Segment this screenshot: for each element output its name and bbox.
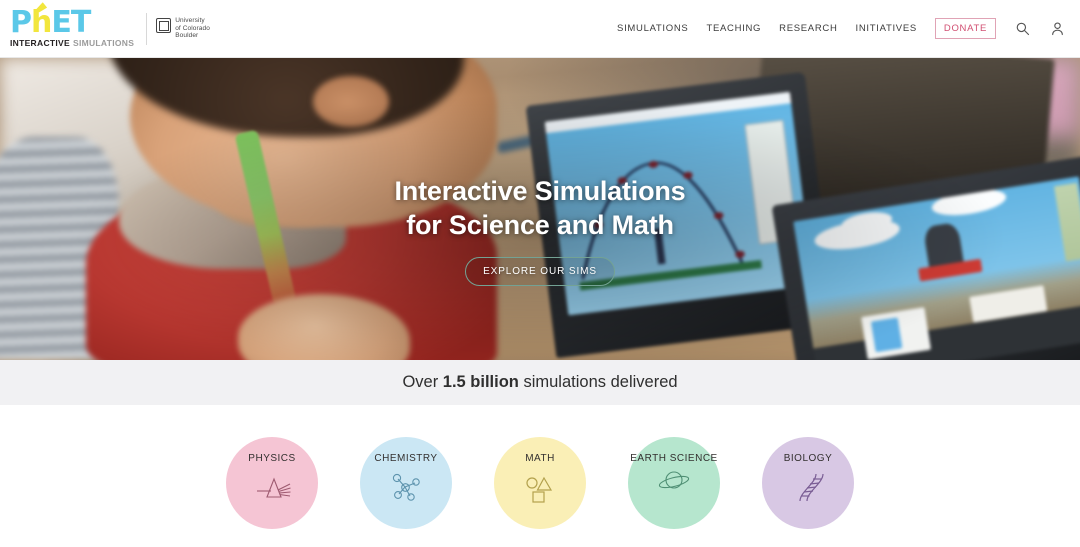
phet-letters-et: ET bbox=[51, 5, 91, 40]
phet-letter-p: P bbox=[10, 5, 32, 40]
main-navigation: SIMULATIONS TEACHING RESEARCH INITIATIVE… bbox=[617, 18, 1066, 39]
stats-highlight: 1.5 billion bbox=[442, 373, 519, 391]
user-account-icon[interactable] bbox=[1049, 20, 1066, 37]
cu-line-3: Boulder bbox=[175, 32, 199, 40]
brand-area[interactable]: Ph ET INTERACTIVE SIMULATIONS University … bbox=[10, 5, 210, 49]
category-physics[interactable]: PHYSICS bbox=[226, 437, 318, 529]
shapes-icon bbox=[519, 470, 561, 509]
brand-divider bbox=[146, 12, 148, 45]
category-biology[interactable]: BIOLOGY bbox=[762, 437, 854, 529]
prism-icon bbox=[251, 470, 293, 509]
nav-simulations[interactable]: SIMULATIONS bbox=[617, 23, 688, 34]
category-biology-label: BIOLOGY bbox=[783, 453, 833, 464]
hero-title-line-1: Interactive Simulations bbox=[394, 176, 686, 206]
explore-our-sims-button[interactable]: EXPLORE OUR SIMS bbox=[465, 257, 615, 286]
category-chemistry-label: CHEMISTRY bbox=[374, 453, 438, 464]
category-earth-science[interactable]: EARTH SCIENCE bbox=[628, 437, 720, 529]
hero-title-line-2: for Science and Math bbox=[406, 210, 674, 240]
cu-boulder-logo[interactable]: University of Colorado Boulder bbox=[156, 17, 210, 40]
nav-initiatives[interactable]: INITIATIVES bbox=[856, 23, 917, 34]
hero-banner: Interactive Simulations for Science and … bbox=[0, 58, 1080, 360]
site-header: Ph ET INTERACTIVE SIMULATIONS University … bbox=[0, 0, 1080, 58]
phet-logo[interactable]: Ph ET INTERACTIVE SIMULATIONS bbox=[10, 5, 134, 49]
cu-boulder-logo-icon bbox=[156, 18, 172, 34]
stats-bar: Over 1.5 billion simulations delivered bbox=[0, 360, 1080, 405]
category-earth-science-label: EARTH SCIENCE bbox=[630, 453, 718, 464]
phet-letter-h: h bbox=[31, 5, 52, 40]
hero-title: Interactive Simulations for Science and … bbox=[395, 174, 686, 242]
cu-line-1: University bbox=[175, 17, 205, 25]
nav-research[interactable]: RESEARCH bbox=[779, 23, 837, 34]
stats-prefix: Over bbox=[402, 373, 443, 391]
category-math-label: MATH bbox=[525, 453, 555, 464]
cu-line-2: of Colorado bbox=[175, 24, 210, 32]
category-chemistry[interactable]: CHEMISTRY bbox=[360, 437, 452, 529]
donate-button[interactable]: DONATE bbox=[934, 18, 996, 39]
simulations-delivered-text: Over 1.5 billion simulations delivered bbox=[402, 373, 677, 392]
nav-teaching[interactable]: TEACHING bbox=[706, 23, 761, 34]
category-math[interactable]: MATH bbox=[494, 437, 586, 529]
category-physics-label: PHYSICS bbox=[248, 453, 296, 464]
hero-content: Interactive Simulations for Science and … bbox=[0, 58, 1080, 360]
planet-icon bbox=[653, 467, 695, 500]
search-icon[interactable] bbox=[1014, 20, 1031, 37]
phet-logo-icon: Ph ET bbox=[10, 5, 134, 40]
cu-boulder-text: University of Colorado Boulder bbox=[175, 17, 210, 40]
dna-icon bbox=[787, 470, 829, 509]
category-circles: PHYSICS CHEMISTRY MATH EARTH SCIENCE BIO… bbox=[0, 405, 1080, 547]
stats-suffix: simulations delivered bbox=[518, 373, 678, 391]
molecule-icon bbox=[385, 470, 427, 509]
